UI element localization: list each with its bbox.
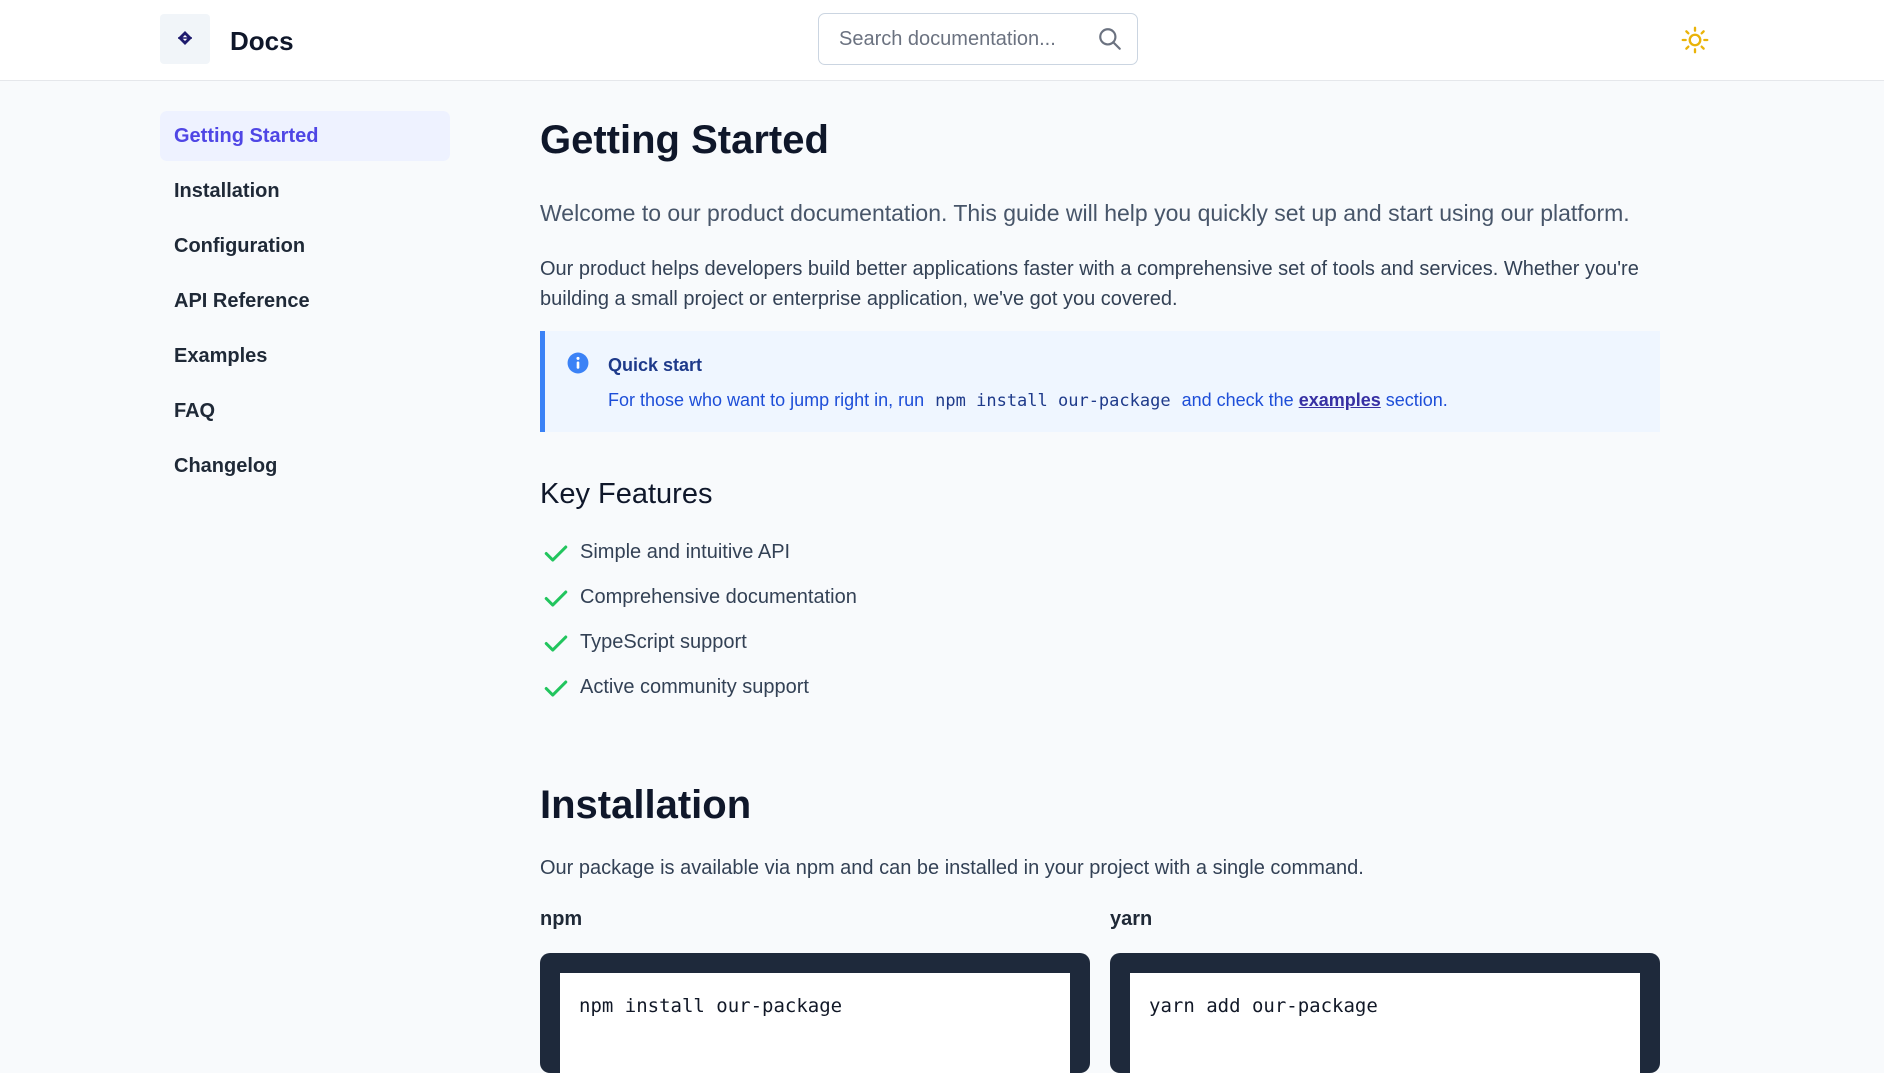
sidebar-item-label: Changelog	[174, 454, 278, 477]
feature-label: Comprehensive documentation	[580, 586, 857, 608]
list-item: Comprehensive documentation	[540, 575, 857, 620]
callout-text: section.	[1385, 390, 1448, 410]
logo[interactable]	[160, 14, 210, 64]
sidebar-item-configuration[interactable]: Configuration	[160, 221, 450, 271]
sun-icon	[1681, 26, 1709, 54]
yarn-command[interactable]: yarn add our-package	[1130, 973, 1640, 1073]
installation-paragraph: Our package is available via npm and can…	[540, 857, 1364, 879]
list-item: Simple and intuitive API	[540, 530, 857, 575]
theme-toggle-button[interactable]	[1679, 24, 1711, 56]
top-header: Docs	[0, 0, 1884, 81]
section-heading-key-features: Key Features	[540, 478, 713, 510]
callout-title: Quick start	[608, 355, 703, 375]
check-icon	[544, 545, 568, 562]
sidebar-item-installation[interactable]: Installation	[160, 166, 450, 216]
check-icon	[544, 635, 568, 652]
feature-label: Simple and intuitive API	[580, 541, 791, 563]
check-icon	[544, 590, 568, 607]
sidebar-item-label: Examples	[174, 344, 268, 367]
yarn-code-block: yarn add our-package	[1110, 953, 1660, 1073]
lead-paragraph: Welcome to our product documentation. Th…	[540, 200, 1630, 226]
sidebar-item-examples[interactable]: Examples	[160, 331, 450, 381]
npm-label: npm	[540, 908, 583, 930]
sidebar-item-label: Configuration	[174, 234, 306, 257]
list-item: TypeScript support	[540, 620, 857, 665]
diamond-logo-icon	[178, 31, 192, 45]
features-list: Simple and intuitive API Comprehensive d…	[540, 530, 857, 710]
callout-body: For those who want to jump right in, run…	[608, 390, 1448, 411]
yarn-label: yarn	[1110, 908, 1153, 930]
examples-link[interactable]: examples	[1299, 390, 1381, 410]
page-title: Getting Started	[540, 118, 829, 162]
info-icon	[567, 352, 589, 374]
sidebar-item-api-reference[interactable]: API Reference	[160, 276, 450, 326]
sidebar-item-label: API Reference	[174, 289, 310, 312]
sidebar-item-label: Installation	[174, 179, 280, 202]
search-input[interactable]	[820, 15, 1090, 63]
check-icon	[544, 680, 568, 697]
section-heading-installation: Installation	[540, 783, 752, 827]
sidebar-item-label: FAQ	[174, 399, 216, 422]
npm-command[interactable]: npm install our-package	[560, 973, 1070, 1073]
search-icon[interactable]	[1097, 26, 1123, 52]
list-item: Active community support	[540, 665, 857, 710]
sidebar-item-changelog[interactable]: Changelog	[160, 441, 450, 491]
sidebar-nav: Getting Started Installation Configurati…	[160, 111, 450, 496]
npm-code-block: npm install our-package	[540, 953, 1090, 1073]
feature-label: Active community support	[580, 676, 809, 698]
callout-text: For those who want to jump right in, run	[608, 390, 925, 410]
callout-text: and check the	[1181, 390, 1294, 410]
inline-code: npm install our-package	[935, 391, 1171, 411]
search-box	[818, 13, 1138, 65]
brand-title[interactable]: Docs	[230, 26, 294, 57]
sidebar-item-label: Getting Started	[174, 124, 319, 147]
feature-label: TypeScript support	[580, 631, 747, 653]
intro-paragraph: Our product helps developers build bette…	[540, 258, 1639, 310]
sidebar-item-getting-started[interactable]: Getting Started	[160, 111, 450, 161]
sidebar-item-faq[interactable]: FAQ	[160, 386, 450, 436]
quick-start-callout: Quick start For those who want to jump r…	[540, 331, 1660, 432]
